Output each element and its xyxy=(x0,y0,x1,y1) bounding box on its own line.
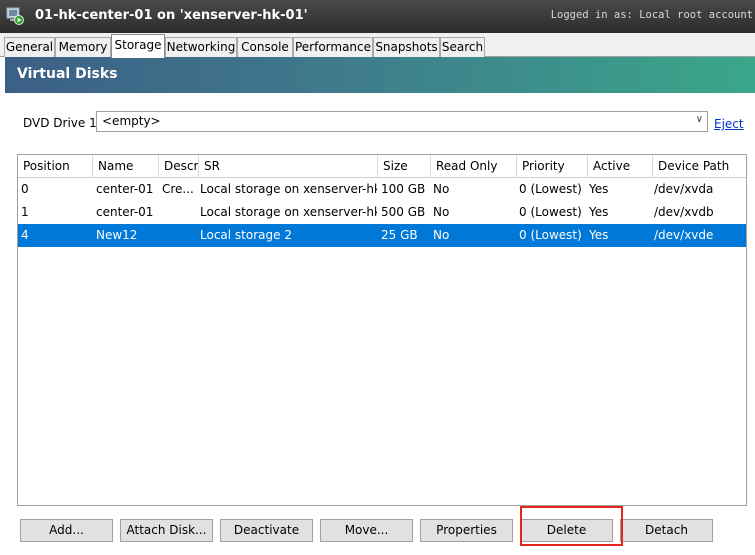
cell-sr: Local storage on xenserver-hk-01 xyxy=(200,205,377,219)
table-row-selected[interactable]: 4 New12 Local storage 2 25 GB No 0 (Lowe… xyxy=(18,224,746,247)
cell-priority: 0 (Lowest) xyxy=(519,182,582,196)
column-header-name[interactable]: Name xyxy=(93,155,159,178)
cell-active: Yes xyxy=(589,205,609,219)
table-header: Position Name Descr SR Size Read Only Pr… xyxy=(18,155,746,178)
attach-disk-button[interactable]: Attach Disk... xyxy=(120,519,213,542)
dvd-drive-select[interactable]: <empty> ∨ xyxy=(96,111,708,132)
cell-size: 25 GB xyxy=(381,228,418,242)
cell-read-only: No xyxy=(433,228,450,242)
cell-description xyxy=(159,201,197,224)
cell-position: 0 xyxy=(21,182,29,196)
tab-console[interactable]: Console xyxy=(237,37,293,57)
cell-priority: 0 (Lowest) xyxy=(519,228,582,242)
cell-read-only: No xyxy=(433,182,450,196)
column-header-sr[interactable]: SR xyxy=(199,155,378,178)
eject-link[interactable]: Eject xyxy=(714,117,744,131)
table-row[interactable]: 0 center-01 0 Cre... Local storage on xe… xyxy=(18,178,746,201)
column-header-device-path[interactable]: Device Path xyxy=(653,155,746,178)
cell-position: 1 xyxy=(21,205,29,219)
cell-size: 100 GB xyxy=(381,182,426,196)
cell-name: center-01 1 xyxy=(96,205,157,219)
section-header: Virtual Disks xyxy=(5,57,755,93)
cell-description: Cre... xyxy=(162,182,194,196)
table-row[interactable]: 1 center-01 1 Local storage on xenserver… xyxy=(18,201,746,224)
cell-sr: Local storage on xenserver-hk-01 xyxy=(200,182,377,196)
dvd-drive-label: DVD Drive 1: xyxy=(23,116,101,130)
add-button[interactable]: Add... xyxy=(20,519,113,542)
cell-position: 4 xyxy=(21,228,29,242)
virtual-disks-table[interactable]: Position Name Descr SR Size Read Only Pr… xyxy=(17,154,747,506)
tab-general[interactable]: General xyxy=(4,37,55,57)
column-header-size[interactable]: Size xyxy=(378,155,431,178)
cell-size: 500 GB xyxy=(381,205,426,219)
tab-storage[interactable]: Storage xyxy=(111,34,165,58)
cell-device-path: /dev/xvde xyxy=(654,228,714,242)
column-header-active[interactable]: Active xyxy=(588,155,653,178)
tab-memory[interactable]: Memory xyxy=(55,37,111,57)
tab-search[interactable]: Search xyxy=(440,37,485,57)
window-title-bar: 01-hk-center-01 on 'xenserver-hk-01' Log… xyxy=(0,0,755,33)
tab-strip: General Memory Storage Networking Consol… xyxy=(0,33,755,58)
detach-button[interactable]: Detach xyxy=(620,519,713,542)
cell-description xyxy=(159,224,197,247)
column-header-description[interactable]: Descr xyxy=(159,155,199,178)
cell-name: center-01 0 xyxy=(96,182,157,196)
section-title: Virtual Disks xyxy=(17,66,118,82)
cell-read-only: No xyxy=(433,205,450,219)
cell-device-path: /dev/xvdb xyxy=(654,205,714,219)
tab-snapshots[interactable]: Snapshots xyxy=(373,37,440,57)
cell-device-path: /dev/xvda xyxy=(654,182,714,196)
tab-networking[interactable]: Networking xyxy=(165,37,237,57)
login-status: Logged in as: Local root account xyxy=(550,9,753,21)
dvd-drive-value: <empty> xyxy=(102,114,161,128)
vm-running-icon xyxy=(6,7,24,25)
column-header-position[interactable]: Position xyxy=(18,155,93,178)
move-button[interactable]: Move... xyxy=(320,519,413,542)
vm-title: 01-hk-center-01 on 'xenserver-hk-01' xyxy=(35,8,308,23)
chevron-down-icon: ∨ xyxy=(695,114,703,125)
cell-sr: Local storage 2 xyxy=(200,228,292,242)
tab-performance[interactable]: Performance xyxy=(293,37,373,57)
cell-priority: 0 (Lowest) xyxy=(519,205,582,219)
cell-name: New12 xyxy=(96,228,138,242)
deactivate-button[interactable]: Deactivate xyxy=(220,519,313,542)
column-header-priority[interactable]: Priority xyxy=(517,155,588,178)
delete-button-highlight xyxy=(520,506,623,546)
cell-active: Yes xyxy=(589,228,609,242)
column-header-read-only[interactable]: Read Only xyxy=(431,155,517,178)
properties-button[interactable]: Properties xyxy=(420,519,513,542)
cell-active: Yes xyxy=(589,182,609,196)
